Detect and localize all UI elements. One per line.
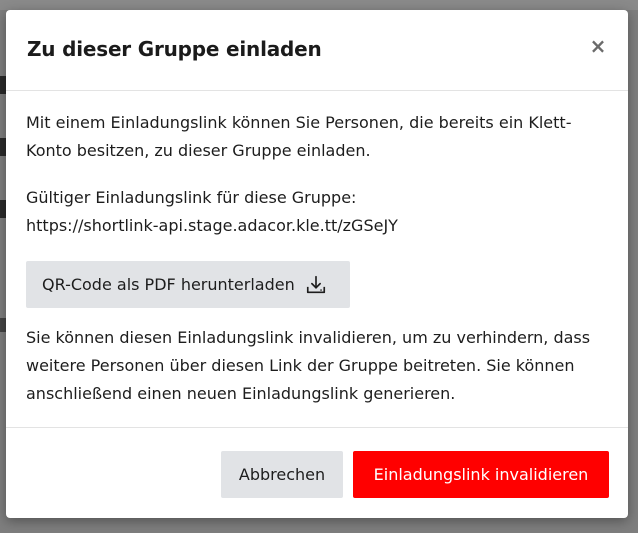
download-qr-pdf-button[interactable]: QR-Code als PDF herunterladen <box>26 261 350 308</box>
intro-text-line: Konto besitzen, zu dieser Gruppe einlade… <box>26 141 371 160</box>
invalidate-info-line: anschließend einen neuen Einladungslink … <box>26 384 456 403</box>
dialog-header: Zu dieser Gruppe einladen × <box>6 10 628 91</box>
invalidate-info-line: Sie können diesen Einladungslink invalid… <box>26 328 591 347</box>
intro-text-line: Mit einem Einladungslink können Sie Pers… <box>26 113 572 132</box>
invite-link-block: Gültiger Einladungslink für diese Gruppe… <box>26 184 616 240</box>
close-icon: × <box>589 34 607 58</box>
dialog-body: Mit einem Einladungslink können Sie Pers… <box>6 91 628 428</box>
page-background-top <box>0 0 638 10</box>
invalidate-info-text: Sie können diesen Einladungslink invalid… <box>26 324 616 408</box>
invalidate-info-line: weitere Personen über diesen Link der Gr… <box>26 356 575 375</box>
download-qr-pdf-label: QR-Code als PDF herunterladen <box>42 275 295 294</box>
dialog-title: Zu dieser Gruppe einladen <box>27 37 322 61</box>
intro-text: Mit einem Einladungslink können Sie Pers… <box>26 109 616 165</box>
invite-link-url: https://shortlink-api.stage.adacor.kle.t… <box>26 216 398 235</box>
cancel-button[interactable]: Abbrechen <box>221 451 343 498</box>
dialog-footer: Abbrechen Einladungslink invalidieren <box>6 428 628 518</box>
invite-dialog: Zu dieser Gruppe einladen × Mit einem Ei… <box>6 10 628 518</box>
close-button[interactable]: × <box>586 34 610 58</box>
invite-link-label: Gültiger Einladungslink für diese Gruppe… <box>26 188 357 207</box>
download-icon <box>306 275 325 293</box>
invalidate-link-button[interactable]: Einladungslink invalidieren <box>353 451 609 498</box>
